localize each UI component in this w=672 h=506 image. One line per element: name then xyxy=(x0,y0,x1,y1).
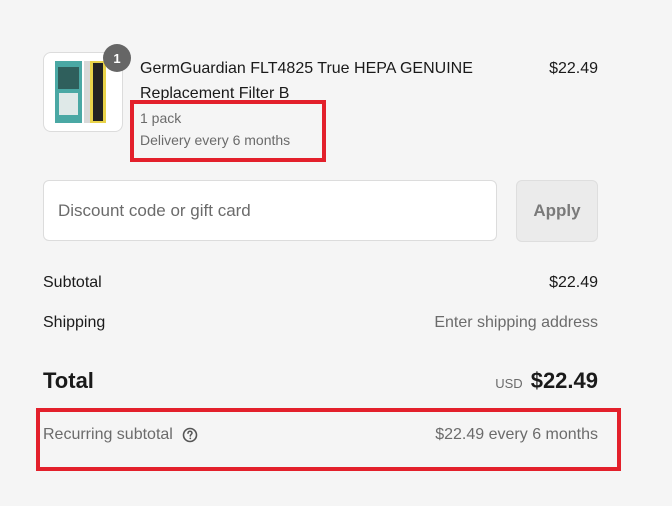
question-circle-icon[interactable] xyxy=(182,427,198,443)
subtotal-row: Subtotal $22.49 xyxy=(43,270,598,296)
total-label: Total xyxy=(43,368,94,393)
quantity-badge: 1 xyxy=(103,44,131,72)
product-price: $22.49 xyxy=(549,60,598,77)
line-item: 1 GermGuardian FLT4825 True HEPA GENUINE… xyxy=(43,44,598,162)
discount-code-input[interactable] xyxy=(43,180,497,241)
recurring-subtotal-label: Recurring subtotal xyxy=(43,426,173,443)
variant-label: 1 pack xyxy=(140,110,182,126)
shipping-value: Enter shipping address xyxy=(434,314,598,331)
product-thumbnail-wrap: 1 xyxy=(43,44,131,132)
shipping-label: Shipping xyxy=(43,314,106,331)
product-meta: 1 pack Delivery every 6 months xyxy=(140,107,290,151)
total-row: Total USD $22.49 xyxy=(43,364,598,398)
recurring-label-group: Recurring subtotal xyxy=(43,426,198,444)
product-title: GermGuardian FLT4825 True HEPA GENUINE R… xyxy=(140,60,473,102)
recurring-subtotal-row: Recurring subtotal $22.49 every 6 months xyxy=(43,423,598,447)
recurring-subtotal-value: $22.49 every 6 months xyxy=(435,426,598,443)
subtotal-label: Subtotal xyxy=(43,274,102,291)
subtotal-value: $22.49 xyxy=(549,274,598,291)
delivery-frequency: Delivery every 6 months xyxy=(140,132,291,148)
currency-code: USD xyxy=(495,376,523,391)
apply-discount-button[interactable]: Apply xyxy=(516,180,598,242)
shipping-row: Shipping Enter shipping address xyxy=(43,310,598,336)
total-amount-group: USD $22.49 xyxy=(495,368,598,394)
total-amount: $22.49 xyxy=(530,368,598,393)
